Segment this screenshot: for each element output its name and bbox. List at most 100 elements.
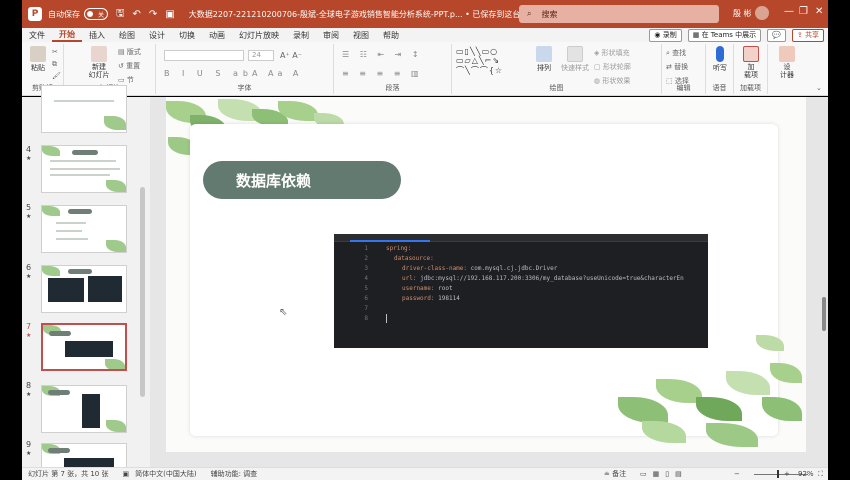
- mouse-pointer-icon: ⇖: [279, 307, 288, 318]
- format-painter-icon[interactable]: 🖌: [52, 72, 61, 80]
- list-buttons[interactable]: ☰ ☷ ⇤ ⇥ ↕: [342, 50, 423, 59]
- tab-animations[interactable]: 动画: [202, 30, 232, 41]
- present-icon[interactable]: ▣: [165, 9, 174, 20]
- thumbnail-code-image: [88, 276, 122, 302]
- shapes-gallery[interactable]: ▭▯╲╲▭○ ▭▱△╲⌐⇘ ⌒╲⌒⌒{☆: [456, 47, 503, 76]
- addins-button[interactable]: 加 载项: [740, 46, 762, 79]
- leaf-decoration: [104, 116, 126, 130]
- thumbnail-content: [50, 174, 110, 176]
- font-size-select[interactable]: 24: [248, 50, 274, 61]
- layout-button[interactable]: ▤ 版式: [118, 47, 141, 57]
- tab-insert[interactable]: 插入: [82, 30, 112, 41]
- dictate-button[interactable]: 听写: [710, 46, 730, 73]
- editing-group: ⌕ 查找 ⇄ 替换 ⬚ 选择 编辑: [662, 44, 706, 94]
- autosave-toggle[interactable]: 关: [84, 8, 108, 20]
- tab-record[interactable]: 录制: [286, 30, 316, 41]
- slide-thumbnail[interactable]: [41, 145, 127, 193]
- search-box[interactable]: ⌕ 搜索: [519, 5, 719, 23]
- slide-number: 5: [26, 203, 32, 212]
- font-style-buttons[interactable]: B I U S ab: [164, 69, 253, 78]
- designer-button[interactable]: 设 计器: [776, 46, 798, 79]
- code-text: datasource:: [394, 254, 434, 264]
- reset-button[interactable]: ↺ 重置: [118, 61, 140, 71]
- ribbon-tabs: 文件 开始 插入 绘图 设计 切换 动画 幻灯片放映 录制 审阅 视图 帮助 ◉…: [22, 28, 828, 42]
- avatar[interactable]: [755, 6, 769, 20]
- tab-home[interactable]: 开始: [52, 29, 82, 42]
- slide-number: 9: [26, 440, 32, 449]
- status-bar: 幻灯片 第 7 张，共 10 张 ▣ 简体中文(中国大陆) 辅助功能: 调查 ≐…: [22, 467, 828, 480]
- tab-view[interactable]: 视图: [346, 30, 376, 41]
- share-button[interactable]: ⇪ 共享: [791, 28, 824, 42]
- arrange-button[interactable]: 排列: [530, 46, 558, 73]
- tab-help[interactable]: 帮助: [376, 30, 406, 41]
- slide-thumbnail[interactable]: [41, 85, 127, 133]
- collapse-ribbon-icon[interactable]: ⌄: [816, 84, 822, 92]
- thumbnail-scrollbar[interactable]: [140, 187, 145, 397]
- align-buttons[interactable]: ≡ ≡ ≡ ≡ ▥: [342, 69, 423, 78]
- line-number: 5: [364, 285, 368, 292]
- teams-present-button[interactable]: ▦ 在 Teams 中展示: [687, 28, 762, 42]
- tab-review[interactable]: 审阅: [316, 30, 346, 41]
- code-screenshot[interactable]: 1 spring: 2 datasource: 3 driver-class-name: …: [334, 234, 708, 348]
- code-value: jdbc:mysql://192.168.117.200:3306/my_dat…: [416, 275, 684, 282]
- restore-icon[interactable]: ❐: [799, 6, 808, 17]
- copy-icon[interactable]: ⧉: [52, 60, 57, 69]
- line-number: 8: [364, 315, 368, 322]
- slide-scrollbar[interactable]: [822, 297, 826, 331]
- slide-thumbnail[interactable]: [41, 265, 127, 313]
- user-name[interactable]: 殷 彬: [733, 8, 752, 19]
- spellcheck-icon[interactable]: ▣: [123, 470, 130, 478]
- shape-fill-button[interactable]: ◈ 形状填充: [594, 48, 630, 58]
- zoom-level[interactable]: 92%: [798, 470, 814, 478]
- close-icon[interactable]: ✕: [815, 6, 823, 17]
- thumbnail-content: [56, 222, 86, 224]
- accessibility-status[interactable]: 辅助功能: 调查: [211, 469, 258, 479]
- shape-outline-button[interactable]: ▢ 形状轮廓: [594, 62, 631, 72]
- comments-icon[interactable]: 💬: [767, 28, 786, 42]
- arrange-icon: [536, 46, 552, 62]
- tab-slideshow[interactable]: 幻灯片放映: [232, 30, 286, 41]
- code-line: 3 driver-class-name: com.mysql.cj.jdbc.Dr…: [334, 264, 708, 274]
- zoom-slider-handle[interactable]: [777, 470, 779, 478]
- slide-thumbnail[interactable]: [41, 205, 127, 253]
- new-slide-button[interactable]: 新建 幻灯片: [82, 46, 116, 79]
- replace-button[interactable]: ⇄ 替换: [666, 62, 688, 72]
- quick-styles-button[interactable]: 快速样式: [560, 46, 590, 73]
- code-text: driver-class-name: com.mysql.cj.jdbc.Dri…: [402, 264, 557, 274]
- language-indicator[interactable]: 简体中文(中国大陆): [135, 469, 196, 479]
- code-value: 198114: [434, 295, 460, 302]
- tab-file[interactable]: 文件: [22, 30, 52, 41]
- save-icon[interactable]: 🖫: [116, 6, 125, 23]
- voice-label: 语音: [712, 84, 727, 92]
- view-buttons[interactable]: ▭▦▯▤: [640, 470, 688, 478]
- slide-canvas[interactable]: 数据库依赖 1 spring: 2 datasource: 3 driver-class-…: [166, 97, 806, 452]
- redo-icon[interactable]: ↷: [149, 9, 157, 20]
- slide-title[interactable]: 数据库依赖: [203, 161, 401, 199]
- star-icon: ★: [26, 273, 32, 280]
- thumbnail-content: [50, 168, 120, 170]
- paste-button[interactable]: 粘贴: [30, 46, 46, 73]
- fit-to-window-icon[interactable]: ⛶: [818, 470, 823, 479]
- code-value: com.mysql.cj.jdbc.Driver: [467, 265, 558, 272]
- slide-thumbnail[interactable]: [41, 385, 127, 433]
- font-family-select[interactable]: [164, 50, 244, 61]
- undo-icon[interactable]: ↶: [133, 9, 141, 20]
- tab-draw[interactable]: 绘图: [112, 30, 142, 41]
- document-title[interactable]: 大数据2207-221210200706-殷斌-全球电子游戏销售智能分析系统-P…: [189, 9, 537, 20]
- tab-design[interactable]: 设计: [142, 30, 172, 41]
- grow-font-icon[interactable]: A⁺ A⁻: [280, 51, 302, 60]
- zoom-in-icon[interactable]: +: [784, 470, 790, 478]
- notes-button[interactable]: ≐ 备注: [604, 469, 626, 479]
- zoom-out-icon[interactable]: −: [734, 470, 740, 478]
- tab-transitions[interactable]: 切换: [172, 30, 202, 41]
- code-line: 2 datasource:: [334, 254, 708, 264]
- cut-icon[interactable]: ✂: [52, 48, 58, 56]
- line-number: 3: [364, 265, 368, 272]
- font-label: 字体: [237, 84, 252, 92]
- slide-thumbnail-active[interactable]: [41, 323, 127, 371]
- record-button[interactable]: ◉ 录制: [649, 28, 682, 42]
- font-color-buttons[interactable]: A Aa A: [252, 69, 302, 78]
- minimize-icon[interactable]: —: [784, 6, 794, 17]
- find-button[interactable]: ⌕ 查找: [666, 48, 686, 58]
- title-bar: P 自动保存 关 🖫 ↶ ↷ ▣ 大数据2207-221210200706-殷斌…: [22, 0, 828, 28]
